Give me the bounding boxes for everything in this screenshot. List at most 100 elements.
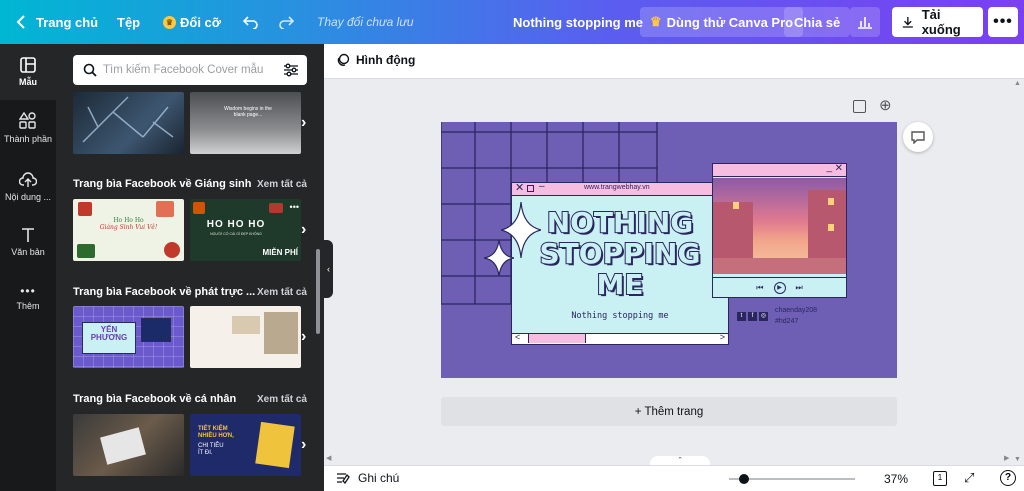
help-button[interactable]: ? bbox=[1000, 470, 1016, 486]
chevron-left-icon: ‹ bbox=[327, 264, 330, 274]
section-title-livestream: Trang bìa Facebook về phát trực ... bbox=[73, 286, 256, 298]
rail-label-more: Thêm bbox=[16, 300, 40, 311]
thumb-photo bbox=[264, 312, 298, 354]
more-dots-icon: ••• bbox=[993, 13, 1013, 30]
rail-label-elements: Thành phần bbox=[3, 134, 53, 144]
add-page-button[interactable]: + Thêm trang bbox=[441, 397, 897, 426]
template-thumb-savings[interactable]: TIẾT KIỆM NHIỀU HƠN, CHI TIÊU ÍT ĐI. bbox=[190, 414, 301, 476]
maximize-icon bbox=[527, 185, 534, 192]
see-all-personal[interactable]: Xem tất cả bbox=[257, 394, 307, 405]
insights-button[interactable] bbox=[850, 7, 880, 37]
previous-icon: ⏮ bbox=[756, 282, 764, 292]
rail-item-elements[interactable]: Thành phần bbox=[0, 100, 56, 156]
see-all-livestream[interactable]: Xem tất cả bbox=[257, 287, 307, 298]
home-button[interactable]: Trang chủ bbox=[16, 0, 98, 44]
duplicate-page-icon[interactable] bbox=[853, 100, 866, 113]
design-artboard[interactable]: ✕ – www.trangwebhay.vn NOTHING STOPPING … bbox=[441, 122, 897, 378]
page-count-button[interactable]: 1 bbox=[933, 471, 947, 486]
row-next-arrow[interactable]: › bbox=[301, 221, 313, 239]
zoom-level[interactable]: 37% bbox=[884, 472, 908, 486]
frost-branch-graphic bbox=[82, 96, 174, 143]
help-icon: ? bbox=[1004, 472, 1012, 483]
section-title-christmas: Trang bìa Facebook về Giáng sinh bbox=[73, 178, 252, 190]
minimize-icon: – bbox=[539, 181, 545, 192]
panel-scrollbar[interactable] bbox=[316, 249, 320, 334]
rail-item-text[interactable]: Văn bản bbox=[0, 214, 56, 270]
hscroll-left-icon[interactable]: ◀ bbox=[326, 454, 331, 462]
window-light bbox=[828, 198, 834, 205]
retro-window-media[interactable]: _ ✕ ⏮ ▶ ⏭ bbox=[712, 162, 847, 298]
thumb-photo bbox=[232, 316, 260, 334]
social-hashtag: #hd247 bbox=[775, 318, 799, 325]
template-thumb-interior[interactable] bbox=[190, 306, 301, 368]
thumb-notebook bbox=[100, 427, 146, 465]
thumb-savings-line-3: CHI TIÊU bbox=[198, 443, 224, 449]
thumb-line-1: Ho Ho Ho bbox=[113, 217, 144, 224]
try-pro-label: Dùng thử Canva Pro bbox=[666, 14, 794, 30]
notes-label: Ghi chú bbox=[358, 471, 400, 485]
rail-item-more[interactable]: ••• Thêm bbox=[0, 269, 56, 325]
template-thumb-frost[interactable] bbox=[73, 92, 184, 154]
headline: NOTHING STOPPING ME bbox=[512, 206, 728, 301]
sunset-scene bbox=[713, 178, 846, 274]
social-icons: t f ◎ bbox=[737, 312, 768, 321]
instagram-icon: ◎ bbox=[759, 312, 768, 321]
animate-button[interactable]: Hình động bbox=[336, 53, 415, 67]
rail-item-templates[interactable]: Mẫu bbox=[0, 44, 56, 100]
chevron-left-icon bbox=[16, 15, 25, 29]
editor-toolbar: Hình động bbox=[324, 44, 1024, 79]
window-light bbox=[828, 224, 834, 231]
chevron-up-icon: ▲ bbox=[1014, 80, 1021, 87]
see-all-christmas[interactable]: Xem tất cả bbox=[257, 179, 307, 190]
holly-icon bbox=[77, 244, 95, 258]
template-thumb-christmas-dark[interactable]: HO HO HO NGƯỜI CÓ CÁI GÌ ĐẸP KHÔNG ••• M… bbox=[190, 199, 301, 261]
template-thumb-christmas-light[interactable]: Ho Ho Ho Giáng Sinh Vui Vẻ! bbox=[73, 199, 184, 261]
retro-window-main[interactable]: ✕ – www.trangwebhay.vn NOTHING STOPPING … bbox=[511, 181, 729, 345]
gift-icon bbox=[78, 202, 92, 216]
document-title[interactable]: Nothing stopping me bbox=[513, 0, 643, 44]
thumb-hohoho-sub: NGƯỜI CÓ CÁI GÌ ĐẸP KHÔNG bbox=[210, 232, 262, 236]
rail-label-uploads: Nội dung ... bbox=[4, 192, 52, 202]
redo-icon bbox=[279, 16, 294, 29]
file-menu-button[interactable]: Tệp bbox=[117, 0, 140, 44]
collapse-panel-handle[interactable]: ‹ bbox=[324, 240, 333, 298]
row-next-arrow[interactable]: › bbox=[301, 114, 313, 132]
headline-line-1: NOTHING bbox=[546, 206, 695, 239]
page-number: 1 bbox=[937, 473, 943, 482]
thumb-hohoho: HO HO HO bbox=[206, 219, 266, 230]
notes-button[interactable]: Ghi chú bbox=[336, 471, 399, 485]
canvas-scrollbar[interactable]: ▲ ▼ bbox=[1012, 80, 1024, 465]
template-thumb-yen-phuong[interactable]: YẾN PHƯƠNG bbox=[73, 306, 184, 368]
gift-icon bbox=[156, 201, 174, 217]
resize-button[interactable]: ♛ Đổi cỡ bbox=[163, 0, 221, 44]
download-button[interactable]: Tải xuống bbox=[892, 7, 983, 37]
chevron-right-icon: > bbox=[719, 332, 725, 342]
gift-icon bbox=[269, 203, 283, 213]
zoom-slider-handle[interactable] bbox=[739, 474, 749, 484]
more-dots-icon[interactable]: ••• bbox=[290, 202, 299, 212]
template-thumb-forest[interactable]: Wisdom begins in the blank page... bbox=[190, 92, 301, 154]
redo-button[interactable] bbox=[278, 0, 294, 44]
search-input[interactable]: Tìm kiếm Facebook Cover mẫu bbox=[73, 55, 307, 85]
add-page-icon[interactable]: ⊕ bbox=[879, 98, 892, 113]
animate-label: Hình động bbox=[356, 53, 416, 67]
try-pro-button[interactable]: ♛ Dùng thử Canva Pro bbox=[640, 7, 804, 37]
thumb-cards bbox=[255, 421, 295, 469]
more-options-button[interactable]: ••• bbox=[988, 7, 1018, 37]
comment-button[interactable] bbox=[903, 122, 933, 152]
zoom-slider[interactable] bbox=[729, 474, 855, 484]
thumb-savings-line-2: NHIỀU HƠN, bbox=[198, 433, 234, 439]
play-icon: ▶ bbox=[773, 281, 786, 294]
row-next-arrow[interactable]: › bbox=[301, 328, 313, 346]
share-button[interactable]: Chia sẻ bbox=[784, 7, 851, 37]
undo-button[interactable] bbox=[243, 0, 259, 44]
hscroll-right-icon[interactable]: ▶ bbox=[1004, 454, 1009, 462]
fullscreen-button[interactable]: ⤢ bbox=[964, 470, 974, 486]
template-thumb-desk[interactable] bbox=[73, 414, 184, 476]
close-icon: ✕ bbox=[515, 182, 525, 194]
filter-icon[interactable] bbox=[283, 63, 299, 77]
row-next-arrow[interactable]: › bbox=[301, 436, 313, 454]
rail-item-uploads[interactable]: Nội dung ... bbox=[0, 159, 56, 215]
chevron-down-icon: ▼ bbox=[1014, 456, 1021, 463]
media-controls: ⏮ ▶ ⏭ bbox=[713, 277, 846, 297]
